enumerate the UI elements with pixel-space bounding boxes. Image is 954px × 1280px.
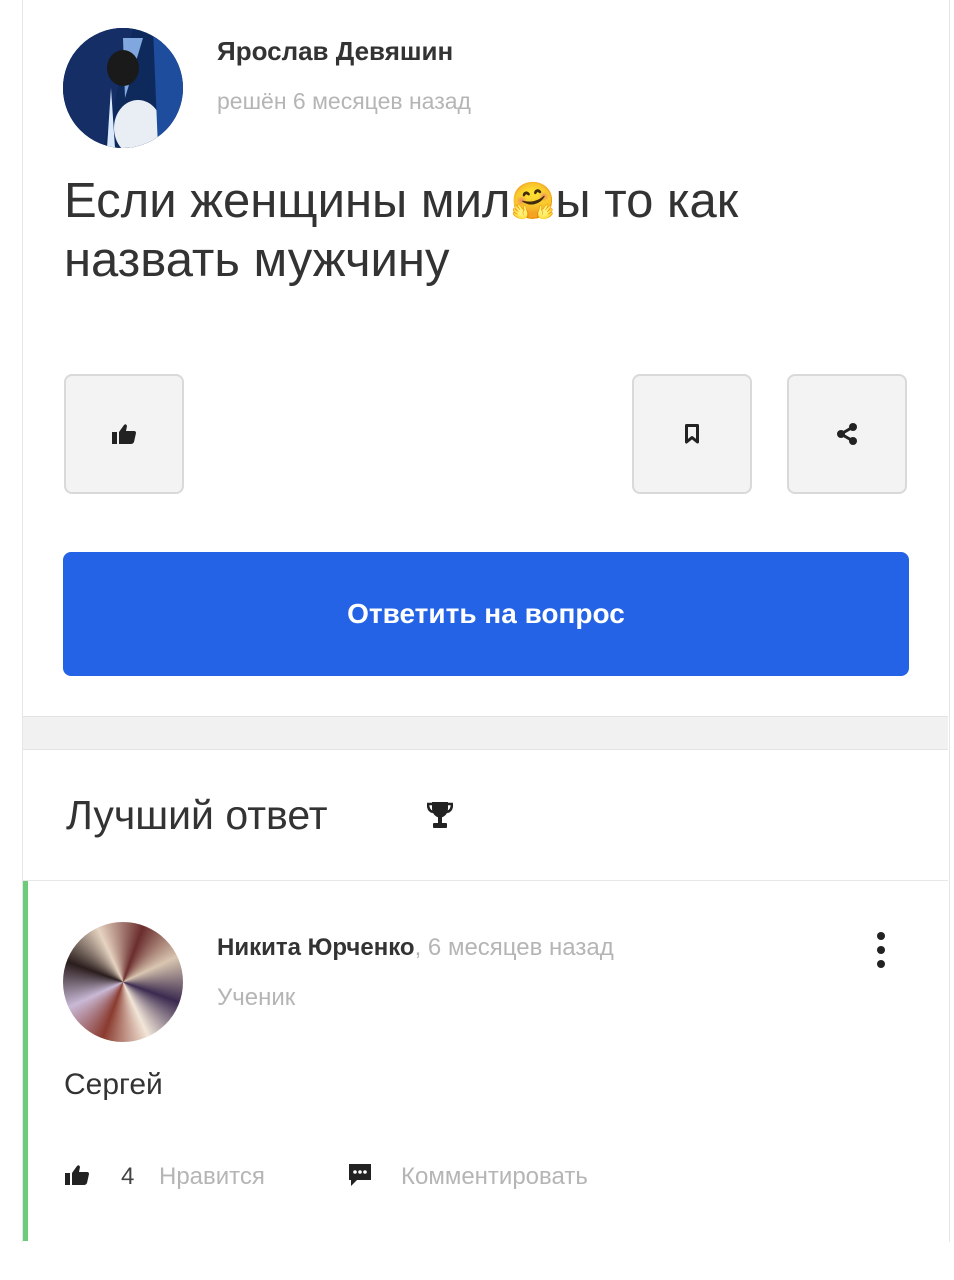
- like-button[interactable]: [64, 374, 184, 494]
- question-status: решён 6 месяцев назад: [217, 88, 471, 114]
- hugging-face-emoji-icon: 🤗: [510, 180, 556, 221]
- comment-link[interactable]: Комментировать: [401, 1163, 588, 1191]
- like-link[interactable]: Нравится: [159, 1163, 265, 1191]
- more-options-icon[interactable]: [874, 930, 888, 970]
- question-text-start: Если женщины мил: [64, 174, 511, 228]
- comment-icon[interactable]: [347, 1162, 373, 1188]
- thumbs-up-icon: [112, 424, 136, 444]
- answerer-role: Ученик: [217, 984, 296, 1011]
- answer-time: 6 месяцев назад: [427, 934, 614, 961]
- thumbs-up-icon[interactable]: [64, 1163, 90, 1187]
- author-avatar-image: [63, 28, 183, 148]
- section-divider: [23, 716, 948, 750]
- comma-separator: ,: [414, 934, 428, 961]
- answerer-avatar[interactable]: [63, 922, 183, 1042]
- answer-question-button[interactable]: Ответить на вопрос: [63, 552, 909, 676]
- share-button[interactable]: [787, 374, 907, 494]
- author-avatar[interactable]: [63, 28, 183, 148]
- answerer-header: Никита Юрченко, 6 месяцев назад: [217, 934, 614, 962]
- answer-text: Сергей: [64, 1068, 163, 1101]
- best-answer-heading: Лучший ответ: [66, 792, 328, 838]
- share-icon: [837, 423, 857, 445]
- like-count: 4: [121, 1163, 135, 1190]
- author-name[interactable]: Ярослав Девяшин: [217, 36, 453, 67]
- trophy-icon: [427, 802, 453, 828]
- bookmark-button[interactable]: [632, 374, 752, 494]
- bookmark-icon: [685, 424, 699, 444]
- answerer-name[interactable]: Никита Юрченко: [217, 934, 415, 961]
- question-text: Если женщины мил🤗ы то как назвать мужчин…: [64, 172, 924, 290]
